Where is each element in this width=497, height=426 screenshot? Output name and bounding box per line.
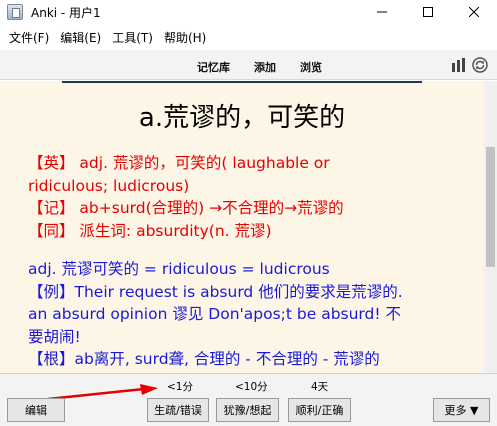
card-question: a.荒谬的，可笑的 bbox=[138, 103, 346, 133]
toolbar-add-link[interactable]: 添加 bbox=[254, 59, 276, 75]
toolbar-links: 记忆库 添加 浏览 bbox=[197, 59, 346, 75]
card-line-example-end: 要胡闹! bbox=[28, 327, 81, 346]
title-bar: Anki - 用户1 bbox=[0, 0, 497, 24]
minimize-button[interactable] bbox=[359, 0, 405, 24]
close-icon bbox=[469, 7, 479, 17]
card-line-memory: 【记】 ab+surd(合理的) →不合理的→荒谬的 bbox=[28, 199, 344, 217]
hard-button[interactable]: 犹豫/想起 bbox=[216, 398, 279, 422]
card-line-synonym: 【同】 派生词: absurdity(n. 荒谬) bbox=[28, 221, 272, 240]
card-view: a.荒谬的，可笑的 【英】 adj. 荒谬的，可笑的( laughable or… bbox=[0, 81, 484, 373]
card-spacer bbox=[28, 242, 468, 258]
menu-bar: 文件(F) 编辑(E) 工具(T) 帮助(H) bbox=[0, 26, 497, 48]
scrollbar-thumb[interactable] bbox=[486, 147, 495, 267]
card-line-english: 【英】 adj. 荒谬的，可笑的( laughable or bbox=[28, 154, 330, 172]
card-line-root: 【根】ab离开, surd聋, 合理的 - 不合理的 - 荒谬的 bbox=[28, 350, 380, 368]
card-line-example: 【例】Their request is absurd 他们的要求是荒谬的. bbox=[28, 282, 403, 301]
menu-tools[interactable]: 工具(T) bbox=[107, 29, 158, 46]
menu-file[interactable]: 文件(F) bbox=[4, 29, 54, 46]
maximize-icon bbox=[423, 7, 433, 17]
edit-button[interactable]: 编辑 bbox=[7, 398, 65, 422]
toolbar-decks-link[interactable]: 记忆库 bbox=[197, 59, 230, 75]
again-button[interactable]: 生疏/错误 bbox=[147, 398, 209, 422]
answer-bar: <1分 <10分 4天 编辑 生疏/错误 犹豫/想起 顺利/正确 更多 ▼ bbox=[0, 373, 497, 426]
menu-edit[interactable]: 编辑(E) bbox=[55, 29, 106, 46]
card-line-english-cont: ridiculous; ludicrous) bbox=[28, 176, 190, 195]
stats-icon[interactable] bbox=[451, 58, 467, 72]
window-controls bbox=[359, 0, 497, 24]
interval-again: <1分 bbox=[167, 381, 193, 393]
minimize-icon bbox=[377, 11, 387, 13]
main-toolbar: 记忆库 添加 浏览 bbox=[0, 50, 497, 80]
toolbar-browse-link[interactable]: 浏览 bbox=[300, 59, 322, 75]
card-divider bbox=[62, 81, 422, 83]
interval-hard: <10分 bbox=[235, 381, 268, 393]
window-title: Anki - 用户1 bbox=[31, 5, 101, 20]
card-answer: 【英】 adj. 荒谬的，可笑的( laughable or ridiculou… bbox=[28, 152, 468, 371]
maximize-button[interactable] bbox=[405, 0, 451, 24]
card-line-definition: adj. 荒谬可笑的 = ridiculous = ludicrous bbox=[28, 260, 330, 278]
close-button[interactable] bbox=[451, 0, 497, 24]
more-button[interactable]: 更多 ▼ bbox=[433, 398, 490, 422]
good-button[interactable]: 顺利/正确 bbox=[288, 398, 351, 422]
card-line-example-cont: an absurd opinion 谬见 Don'apos;t be absur… bbox=[28, 305, 402, 323]
interval-good: 4天 bbox=[311, 381, 329, 393]
menu-help[interactable]: 帮助(H) bbox=[159, 29, 211, 46]
sync-icon[interactable] bbox=[472, 57, 488, 73]
anki-app-icon bbox=[7, 4, 23, 20]
card-scrollbar[interactable] bbox=[484, 81, 497, 373]
